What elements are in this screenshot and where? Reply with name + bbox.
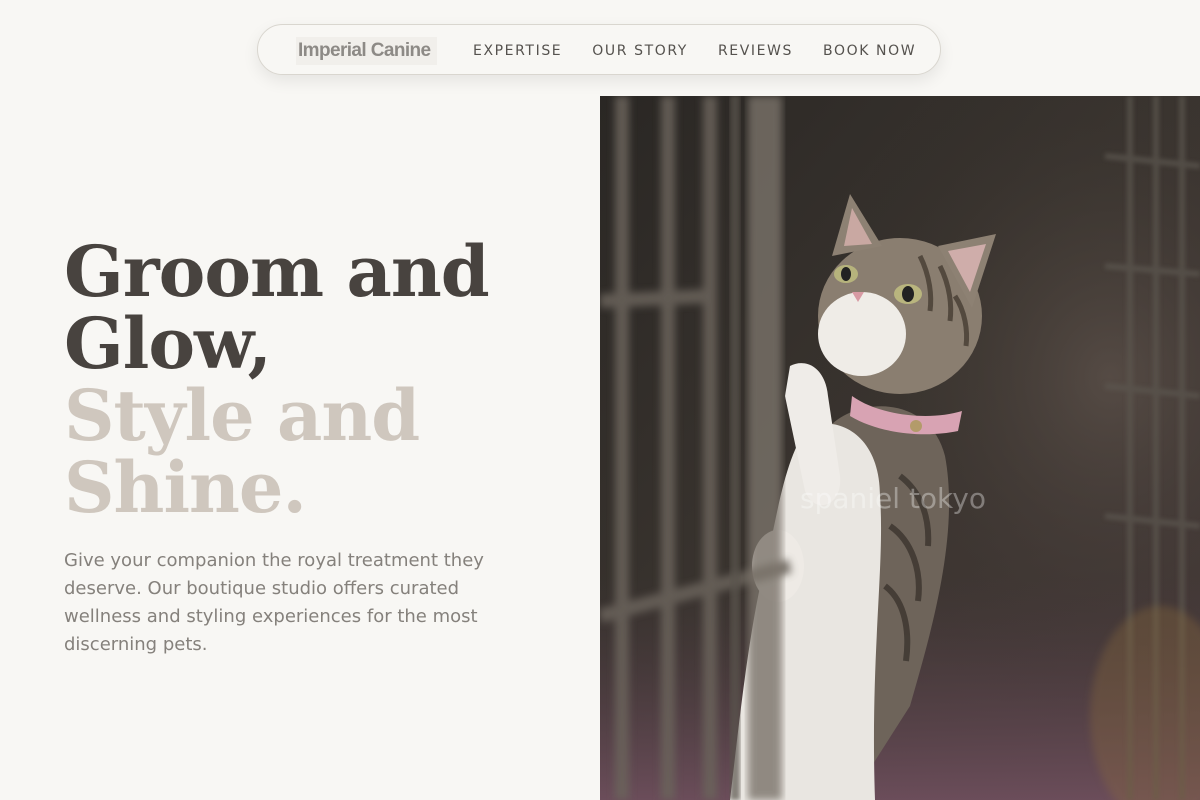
hero-description: Give your companion the royal treatment … [64,550,484,655]
hero-title: Groom and Glow, Style and Shine. [64,230,490,529]
nav-link-expertise[interactable]: EXPERTISE [473,43,562,59]
hero-title-line-3: Style and [64,374,420,457]
hero-title-line-1: Groom and [64,230,490,313]
main-nav: Imperial Canine EXPERTISE OUR STORY REVI… [257,24,941,75]
hero-title-line-4: Shine. [64,446,307,529]
hero-photo: spaniel tokyo [600,96,1200,800]
photo-watermark: spaniel tokyo [800,482,986,515]
nav-link-book-now[interactable]: BOOK NOW [823,43,916,59]
hero-title-line-2: Glow, [64,302,272,385]
kitten-in-cage-image [600,96,1200,800]
brand-logo[interactable]: Imperial Canine [296,37,437,65]
nav-link-our-story[interactable]: OUR STORY [592,43,688,59]
nav-links: EXPERTISE OUR STORY REVIEWS BOOK NOW [473,25,916,76]
nav-link-reviews[interactable]: REVIEWS [718,43,793,59]
